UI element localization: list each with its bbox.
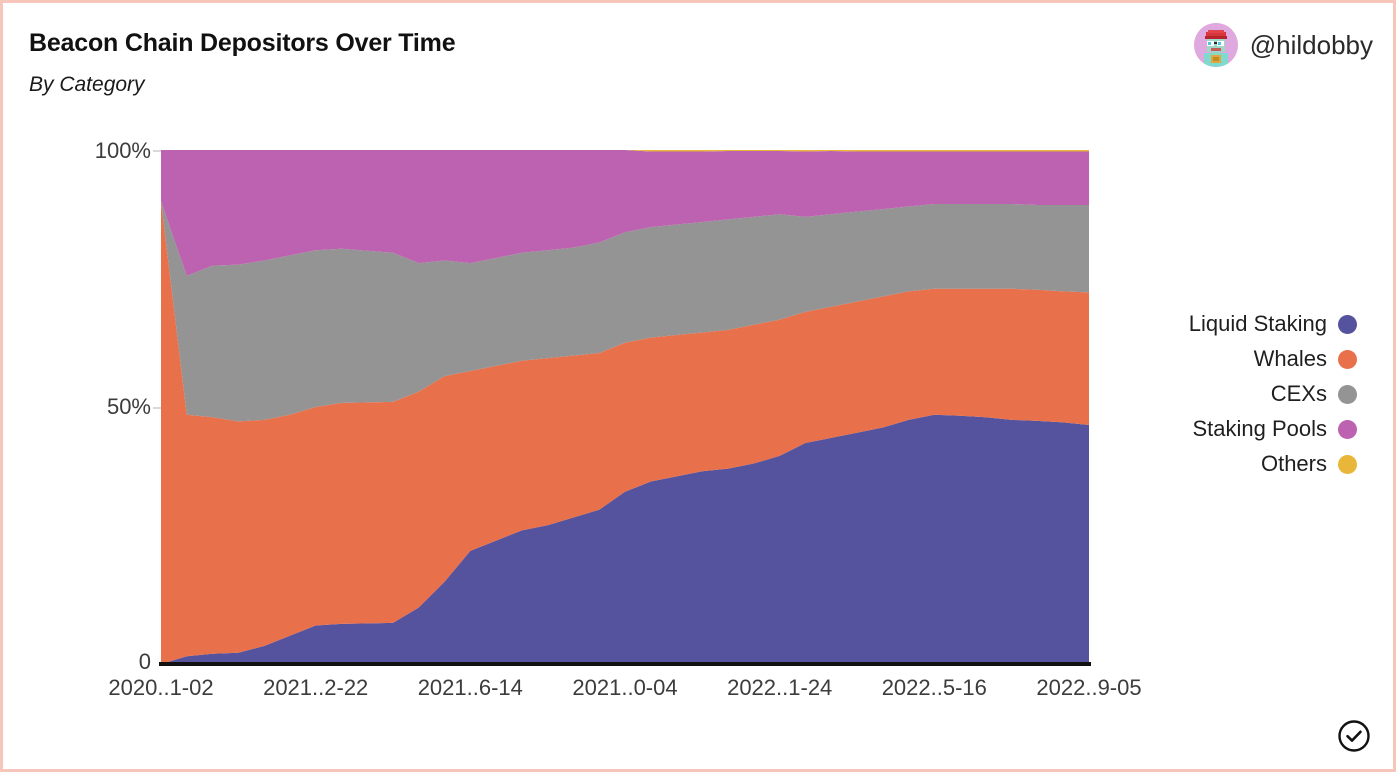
legend-label: Liquid Staking (1188, 311, 1327, 336)
chart-legend: Liquid Staking Whales CEXs Staking Pools… (1189, 311, 1357, 477)
legend-color-dot (1338, 349, 1357, 369)
author-block[interactable]: @hildobby (1193, 23, 1373, 67)
legend-color-dot (1338, 384, 1357, 404)
x-axis-label-1: 2021..2-22 (263, 675, 369, 700)
y-axis: 100% 50% 0 (33, 3, 151, 769)
legend-label: Others (1260, 451, 1327, 476)
chart-series-group (161, 150, 1089, 664)
x-axis-label-4: 2022..1-24 (727, 675, 833, 700)
chart-header: Beacon Chain Depositors Over Time By Cat… (3, 3, 1393, 113)
x-axis-label-3: 2021..0-04 (572, 675, 678, 700)
legend-label: CEXs (1270, 381, 1327, 406)
legend-color-dot (1338, 314, 1357, 334)
y-axis-label-0: 0 (138, 649, 151, 674)
legend-item-liquid-staking[interactable]: Liquid Staking (1189, 311, 1357, 337)
legend-item-cexs[interactable]: CEXs (1271, 381, 1357, 407)
check-circle-icon[interactable] (1337, 719, 1371, 753)
author-handle[interactable]: @hildobby (1250, 30, 1373, 61)
legend-label: Staking Pools (1192, 416, 1327, 441)
legend-item-whales[interactable]: Whales (1254, 346, 1357, 372)
x-axis-line (159, 662, 1091, 666)
legend-label: Whales (1253, 346, 1327, 371)
y-axis-label-50: 50% (106, 394, 151, 419)
dune-visualization-card: Beacon Chain Depositors Over Time By Cat… (0, 0, 1396, 772)
avatar (1193, 23, 1238, 67)
x-axis: 2020..1-02 2021..2-22 2021..6-14 2021..0… (108, 675, 1141, 715)
x-axis-label-6: 2022..9-05 (1036, 675, 1142, 700)
legend-color-dot (1338, 419, 1357, 439)
legend-color-dot (1338, 454, 1357, 474)
legend-item-staking-pools[interactable]: Staking Pools (1192, 416, 1357, 442)
x-axis-label-5: 2022..5-16 (881, 675, 987, 700)
stacked-area-chart (161, 150, 1089, 664)
x-axis-label-2: 2021..6-14 (417, 675, 523, 700)
legend-item-others[interactable]: Others (1261, 451, 1357, 477)
x-axis-label-0: 2020..1-02 (108, 675, 214, 700)
y-axis-label-100: 100% (94, 138, 151, 163)
